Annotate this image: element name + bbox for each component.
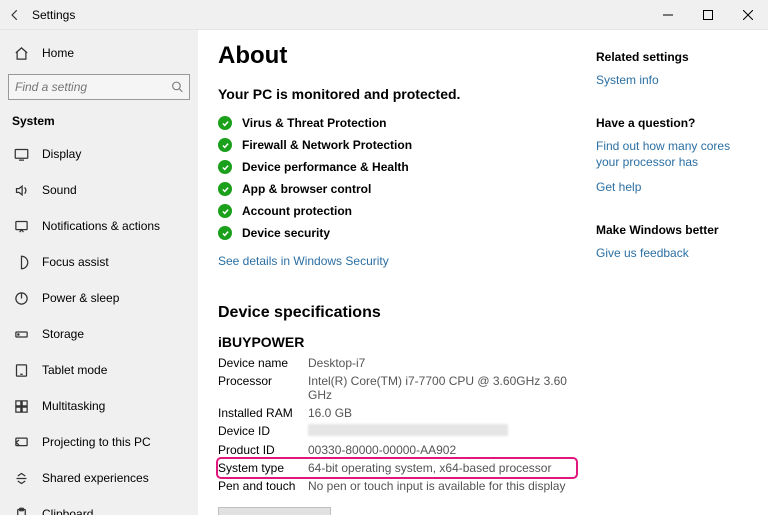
sidebar: Home System Display Sound	[0, 30, 198, 515]
sidebar-item-storage[interactable]: Storage	[0, 316, 198, 352]
spec-row: ProcessorIntel(R) Core(TM) i7-7700 CPU @…	[218, 372, 576, 404]
spec-row: Device ID	[218, 422, 576, 441]
see-details-link[interactable]: See details in Windows Security	[218, 254, 576, 268]
sound-icon	[12, 183, 30, 198]
close-button[interactable]	[728, 0, 768, 30]
sidebar-item-label: Multitasking	[42, 399, 105, 413]
spec-row: Product ID00330-80000-00000-AA902	[218, 441, 576, 459]
display-icon	[12, 147, 30, 162]
main-content: About Your PC is monitored and protected…	[198, 30, 596, 515]
device-spec-heading: Device specifications	[218, 304, 576, 322]
spec-row-system-type: System type64-bit operating system, x64-…	[218, 459, 576, 477]
notifications-icon	[12, 219, 30, 234]
search-input-wrap	[8, 74, 190, 100]
sidebar-item-tablet-mode[interactable]: Tablet mode	[0, 352, 198, 388]
titlebar: Settings	[0, 0, 768, 30]
sidebar-home-label: Home	[42, 46, 74, 60]
feedback-link[interactable]: Give us feedback	[596, 245, 754, 261]
sidebar-item-display[interactable]: Display	[0, 136, 198, 172]
spec-row: Installed RAM16.0 GB	[218, 404, 576, 422]
check-icon	[218, 226, 232, 240]
sidebar-item-label: Power & sleep	[42, 291, 119, 305]
storage-icon	[12, 327, 30, 342]
system-info-link[interactable]: System info	[596, 72, 754, 88]
protection-item: Device security	[218, 222, 576, 244]
sidebar-item-label: Shared experiences	[42, 471, 149, 485]
blurred-value	[308, 424, 508, 436]
back-button[interactable]	[0, 8, 30, 22]
sidebar-item-multitasking[interactable]: Multitasking	[0, 388, 198, 424]
check-icon	[218, 116, 232, 130]
maximize-button[interactable]	[688, 0, 728, 30]
search-icon	[171, 81, 184, 94]
multitasking-icon	[12, 399, 30, 414]
sidebar-item-label: Storage	[42, 327, 84, 341]
related-settings-heading: Related settings	[596, 50, 754, 64]
protection-item: Device performance & Health	[218, 156, 576, 178]
sidebar-item-projecting[interactable]: Projecting to this PC	[0, 424, 198, 460]
sidebar-item-label: Projecting to this PC	[42, 435, 151, 449]
spec-row: Device nameDesktop-i7	[218, 354, 576, 372]
protection-item: Firewall & Network Protection	[218, 134, 576, 156]
minimize-button[interactable]	[648, 0, 688, 30]
spec-row: Pen and touchNo pen or touch input is av…	[218, 477, 576, 495]
check-icon	[218, 138, 232, 152]
sidebar-item-label: Notifications & actions	[42, 219, 160, 233]
sidebar-item-label: Sound	[42, 183, 77, 197]
check-icon	[218, 204, 232, 218]
sidebar-item-notifications[interactable]: Notifications & actions	[0, 208, 198, 244]
make-better-heading: Make Windows better	[596, 223, 754, 237]
sidebar-item-label: Display	[42, 147, 81, 161]
focus-assist-icon	[12, 255, 30, 270]
check-icon	[218, 160, 232, 174]
check-icon	[218, 182, 232, 196]
sidebar-item-focus-assist[interactable]: Focus assist	[0, 244, 198, 280]
sidebar-item-clipboard[interactable]: Clipboard	[0, 496, 198, 515]
protection-item: Virus & Threat Protection	[218, 112, 576, 134]
sidebar-item-label: Clipboard	[42, 507, 93, 515]
right-column: Related settings System info Have a ques…	[596, 30, 768, 515]
rename-pc-button[interactable]: Rename this PC	[218, 507, 331, 515]
have-question-heading: Have a question?	[596, 116, 754, 130]
shared-icon	[12, 471, 30, 486]
protection-subheading: Your PC is monitored and protected.	[218, 86, 576, 102]
cores-link[interactable]: Find out how many cores your processor h…	[596, 138, 754, 170]
protection-item: App & browser control	[218, 178, 576, 200]
sidebar-item-sound[interactable]: Sound	[0, 172, 198, 208]
sidebar-item-label: Tablet mode	[42, 363, 107, 377]
search-input[interactable]	[8, 74, 190, 100]
device-brand: iBUYPOWER	[218, 334, 576, 350]
sidebar-item-shared-experiences[interactable]: Shared experiences	[0, 460, 198, 496]
specs-table: Device nameDesktop-i7 ProcessorIntel(R) …	[218, 354, 576, 495]
home-icon	[12, 46, 30, 61]
sidebar-category: System	[0, 110, 198, 136]
sidebar-item-label: Focus assist	[42, 255, 109, 269]
protection-item: Account protection	[218, 200, 576, 222]
sidebar-home[interactable]: Home	[0, 36, 198, 70]
tablet-icon	[12, 363, 30, 378]
projecting-icon	[12, 435, 30, 450]
protection-list: Virus & Threat Protection Firewall & Net…	[218, 112, 576, 244]
get-help-link[interactable]: Get help	[596, 179, 754, 195]
sidebar-item-power-sleep[interactable]: Power & sleep	[0, 280, 198, 316]
power-icon	[12, 291, 30, 306]
clipboard-icon	[12, 507, 30, 515]
page-title: About	[218, 42, 576, 70]
window-title: Settings	[30, 8, 648, 22]
